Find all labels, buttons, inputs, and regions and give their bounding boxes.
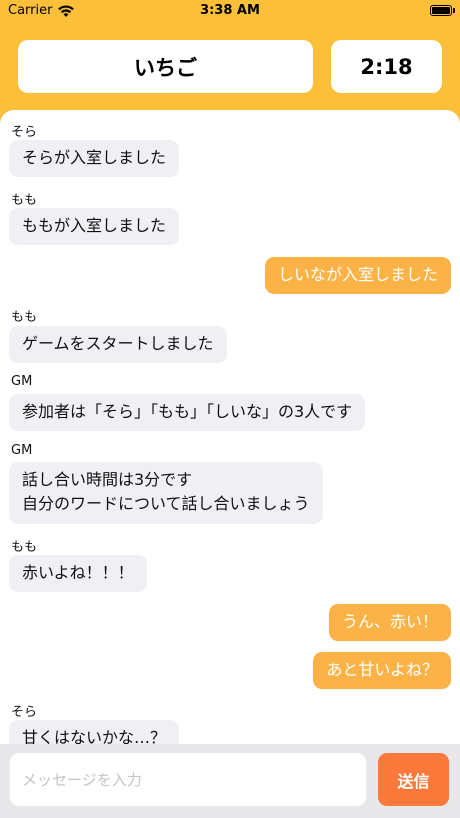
room-title: いちご xyxy=(18,40,313,93)
message-line: 話し合い時間は3分です xyxy=(22,470,193,489)
message-bubble: 甘くはないかな…？ xyxy=(9,720,180,744)
message-sender: もも xyxy=(11,540,38,555)
my-message-bubble: うん、赤い！ xyxy=(328,604,451,641)
message-bubble: 参加者は「そら」「もも」「しいな」の3人です xyxy=(9,394,366,431)
message-sender: もも xyxy=(11,193,38,208)
message-bubble: ゲームをスタートしました xyxy=(9,326,227,363)
countdown-timer: 2:18 xyxy=(331,40,442,93)
chat-panel[interactable]: そら そらが入室しました もも ももが入室しました しいなが入室しました もも … xyxy=(0,110,460,744)
send-button[interactable]: 送信 xyxy=(378,753,449,806)
message-bubble: そらが入室しました xyxy=(9,140,180,177)
message-sender: もも xyxy=(11,310,38,325)
status-bar: Carrier 3:38 AM xyxy=(0,0,460,26)
message-sender: そら xyxy=(11,125,38,140)
message-bubble: 話し合い時間は3分です 自分のワードについて話し合いましょう xyxy=(9,462,323,524)
battery-icon xyxy=(430,5,455,16)
message-bubble: 赤いよね！！！ xyxy=(9,555,147,592)
message-bubble: ももが入室しました xyxy=(9,208,180,245)
message-sender: そら xyxy=(11,705,38,720)
message-sender: GM xyxy=(11,443,33,458)
my-message-bubble: しいなが入室しました xyxy=(264,257,451,294)
my-message-bubble: あと甘いよね？ xyxy=(313,652,451,689)
message-input-bar: 送信 xyxy=(0,744,460,818)
message-input[interactable] xyxy=(10,753,366,806)
message-line: 自分のワードについて話し合いましょう xyxy=(22,494,310,513)
message-sender: GM xyxy=(11,374,33,389)
status-time: 3:38 AM xyxy=(200,3,260,18)
